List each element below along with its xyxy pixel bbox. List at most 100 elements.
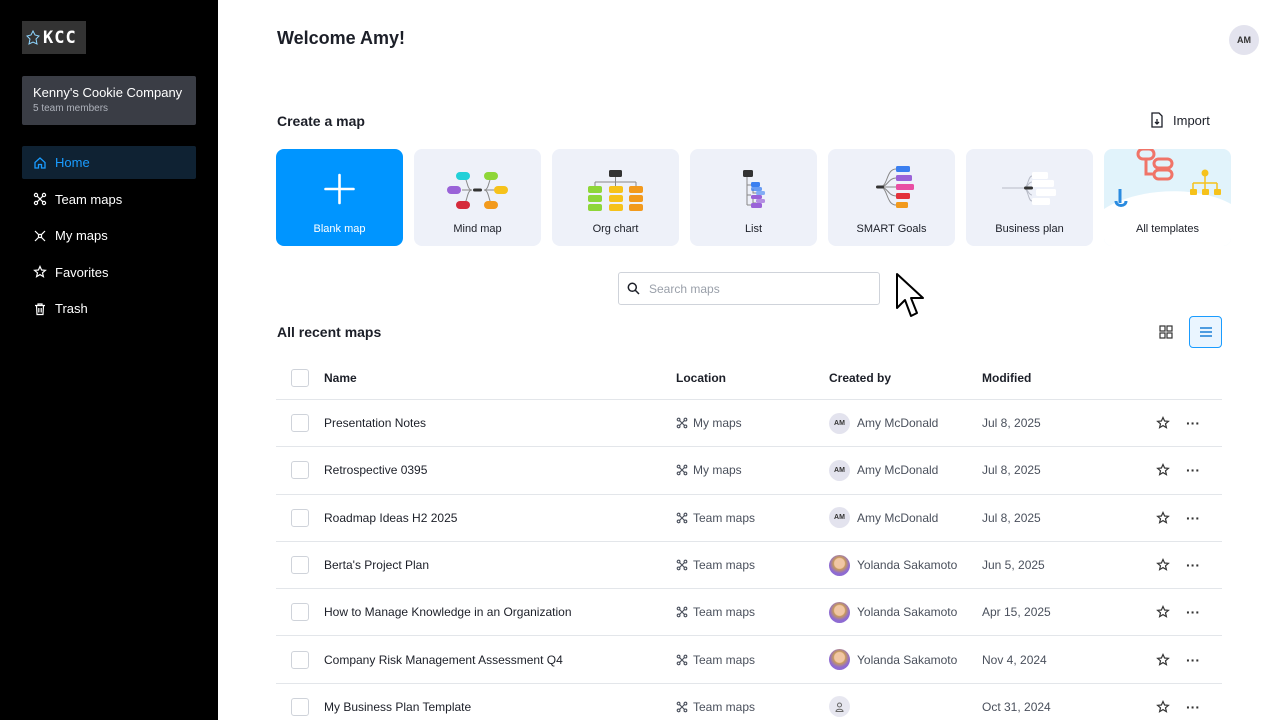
sidebar-item-home[interactable]: Home bbox=[22, 146, 196, 179]
sidebar-nav: Home Team maps My maps Favorites Trash bbox=[22, 146, 196, 329]
template-mind-map[interactable]: Mind map bbox=[414, 149, 541, 246]
team-maps-icon bbox=[676, 512, 688, 524]
import-button[interactable]: Import bbox=[1150, 112, 1210, 128]
map-modified-date: Oct 31, 2024 bbox=[982, 699, 1051, 714]
more-options-button[interactable]: ··· bbox=[1186, 462, 1200, 478]
map-name[interactable]: My Business Plan Template bbox=[324, 700, 471, 714]
team-maps-icon bbox=[676, 417, 688, 429]
more-options-button[interactable]: ··· bbox=[1186, 652, 1200, 668]
table-row[interactable]: How to Manage Knowledge in an Organizati… bbox=[276, 589, 1222, 637]
location-label: My maps bbox=[693, 416, 742, 431]
row-checkbox[interactable] bbox=[291, 556, 309, 575]
list-view-button[interactable] bbox=[1189, 316, 1222, 348]
template-list[interactable]: List bbox=[690, 149, 817, 246]
sidebar: KCC Kenny's Cookie Company 5 team member… bbox=[0, 0, 218, 720]
creator-avatar-placeholder bbox=[829, 696, 850, 718]
favorite-star-icon[interactable] bbox=[1156, 510, 1170, 525]
grid-view-button[interactable] bbox=[1149, 316, 1182, 348]
table-row[interactable]: Company Risk Management Assessment Q4 Te… bbox=[276, 636, 1222, 684]
map-name[interactable]: Roadmap Ideas H2 2025 bbox=[324, 511, 457, 525]
location-label: Team maps bbox=[693, 510, 756, 525]
row-checkbox[interactable] bbox=[291, 508, 309, 527]
trash-icon bbox=[35, 302, 45, 315]
creator-name: Amy McDonald bbox=[857, 416, 939, 431]
sidebar-item-label: Team maps bbox=[55, 191, 123, 207]
map-name[interactable]: Berta's Project Plan bbox=[324, 558, 429, 572]
favorite-star-icon[interactable] bbox=[1156, 463, 1170, 477]
team-maps-icon bbox=[676, 701, 688, 713]
favorite-star-icon[interactable] bbox=[1156, 558, 1170, 572]
template-all-templates[interactable]: All templates bbox=[1104, 149, 1231, 246]
table-row[interactable]: Berta's Project Plan Team maps Yolanda S… bbox=[276, 542, 1222, 590]
create-map-heading: Create a map bbox=[277, 113, 365, 129]
template-blank-map[interactable]: Blank map bbox=[276, 149, 403, 246]
more-options-button[interactable]: ··· bbox=[1186, 510, 1200, 526]
map-name[interactable]: Retrospective 0395 bbox=[324, 463, 427, 477]
template-org-chart[interactable]: Org chart bbox=[552, 149, 679, 246]
favorite-star-icon[interactable] bbox=[1156, 416, 1170, 430]
map-creator: Yolanda Sakamoto bbox=[829, 649, 957, 671]
more-options-button[interactable]: ··· bbox=[1186, 699, 1200, 715]
map-creator: Yolanda Sakamoto bbox=[829, 601, 957, 623]
company-logo[interactable]: KCC bbox=[22, 21, 86, 54]
favorite-star-icon[interactable] bbox=[1156, 652, 1170, 667]
sidebar-item-label: Favorites bbox=[55, 264, 109, 280]
template-business-plan[interactable]: Business plan bbox=[966, 149, 1093, 246]
search-input[interactable] bbox=[649, 281, 859, 296]
template-label: Mind map bbox=[453, 223, 502, 235]
map-location: Team maps bbox=[676, 558, 755, 572]
select-all-checkbox[interactable] bbox=[291, 369, 309, 387]
team-switcher[interactable]: Kenny's Cookie Company 5 team members bbox=[22, 76, 196, 125]
more-options-button[interactable]: ··· bbox=[1186, 415, 1200, 431]
import-file-icon bbox=[1151, 112, 1163, 128]
more-options-button[interactable]: ··· bbox=[1186, 557, 1200, 573]
map-name[interactable]: How to Manage Knowledge in an Organizati… bbox=[324, 605, 572, 619]
search-box[interactable] bbox=[618, 272, 880, 305]
column-header-location[interactable]: Location bbox=[676, 371, 726, 385]
table-row[interactable]: Retrospective 0395 My maps AM Amy McDona… bbox=[276, 447, 1222, 495]
row-checkbox[interactable] bbox=[291, 461, 309, 480]
column-header-created-by[interactable]: Created by bbox=[829, 371, 891, 385]
location-label: My maps bbox=[693, 463, 742, 478]
map-creator bbox=[829, 696, 857, 718]
map-location: My maps bbox=[676, 416, 742, 430]
logo-mark-icon bbox=[26, 29, 40, 45]
map-creator: AM Amy McDonald bbox=[829, 412, 939, 434]
map-modified-date: Nov 4, 2024 bbox=[982, 652, 1047, 667]
creator-avatar: AM bbox=[829, 412, 850, 434]
creator-name: Yolanda Sakamoto bbox=[857, 558, 958, 573]
sidebar-item-my-maps[interactable]: My maps bbox=[22, 219, 196, 252]
map-name[interactable]: Company Risk Management Assessment Q4 bbox=[324, 653, 563, 667]
star-icon bbox=[33, 265, 47, 278]
user-avatar[interactable]: AM bbox=[1229, 25, 1259, 55]
template-label: All templates bbox=[1136, 223, 1199, 235]
table-row[interactable]: Roadmap Ideas H2 2025 Team maps AM Amy M… bbox=[276, 495, 1222, 542]
sidebar-item-team-maps[interactable]: Team maps bbox=[22, 183, 196, 216]
row-checkbox[interactable] bbox=[291, 650, 309, 669]
template-label: SMART Goals bbox=[856, 223, 927, 235]
row-checkbox[interactable] bbox=[291, 414, 309, 433]
row-checkbox[interactable] bbox=[291, 697, 309, 716]
column-header-modified[interactable]: Modified bbox=[982, 371, 1031, 385]
favorite-star-icon[interactable] bbox=[1156, 605, 1170, 619]
more-options-button[interactable]: ··· bbox=[1186, 604, 1200, 620]
map-location: Team maps bbox=[676, 511, 755, 525]
map-creator: Yolanda Sakamoto bbox=[829, 554, 958, 576]
template-smart-goals[interactable]: SMART Goals bbox=[828, 149, 955, 246]
map-name[interactable]: Presentation Notes bbox=[324, 416, 426, 430]
row-checkbox[interactable] bbox=[291, 603, 309, 622]
map-creator: AM Amy McDonald bbox=[829, 459, 938, 481]
column-header-name[interactable]: Name bbox=[324, 371, 357, 385]
creator-avatar-photo bbox=[829, 554, 850, 576]
table-row[interactable]: Presentation Notes My maps AM Amy McDona… bbox=[276, 400, 1222, 448]
template-label: Business plan bbox=[995, 223, 1064, 235]
sidebar-item-trash[interactable]: Trash bbox=[22, 292, 196, 325]
table-row[interactable]: My Business Plan Template Team maps Oct … bbox=[276, 684, 1222, 720]
creator-avatar-photo bbox=[829, 649, 850, 671]
location-label: Team maps bbox=[693, 652, 756, 667]
team-maps-icon bbox=[676, 559, 688, 571]
favorite-star-icon[interactable] bbox=[1156, 699, 1170, 714]
template-label: Org chart bbox=[592, 223, 639, 235]
sidebar-item-favorites[interactable]: Favorites bbox=[22, 256, 196, 289]
map-location: Team maps bbox=[676, 653, 755, 667]
